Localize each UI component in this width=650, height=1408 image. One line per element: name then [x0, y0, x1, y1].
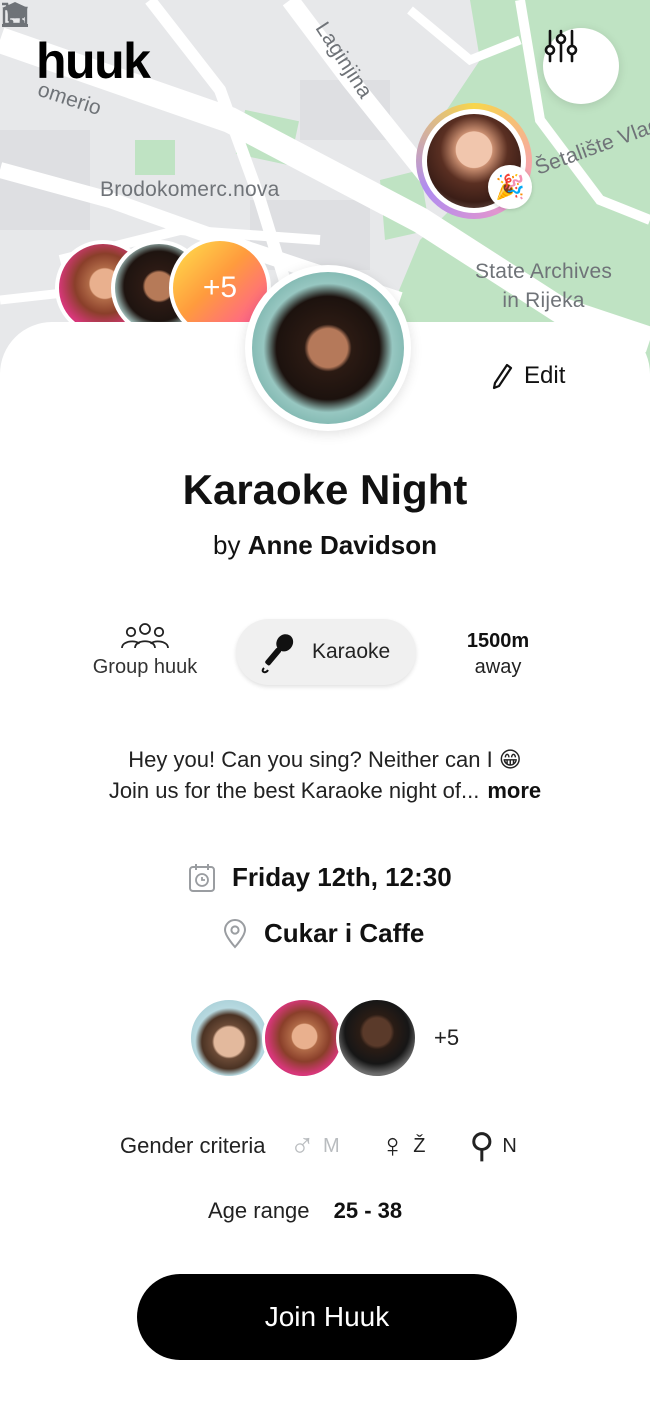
join-button[interactable]: Join Huuk [137, 1274, 517, 1360]
gender-criteria: Gender criteria ♂ M ♀ Ž ⚲ N [120, 1126, 517, 1166]
calendar-clock-icon [189, 863, 215, 892]
app-logo: huuk [36, 33, 151, 89]
attendee-avatar [336, 997, 418, 1079]
map-poi-label-shop: Brodokomerc.nova [100, 178, 280, 201]
event-location-row[interactable]: Cukar i Caffe [222, 918, 424, 949]
museum-icon [2, 2, 28, 27]
gender-code: M [323, 1134, 340, 1157]
gender-code: N [502, 1134, 517, 1157]
neutral-gender-icon: ⚲ [469, 1127, 495, 1165]
event-date: Friday 12th, 12:30 [232, 862, 452, 892]
group-icon [121, 623, 169, 649]
party-popper-icon: 🎉 [488, 165, 532, 209]
host-avatar[interactable] [245, 265, 411, 431]
gender-label: Gender criteria [120, 1133, 266, 1158]
archives-line: State Archives [475, 260, 613, 283]
microphone-icon [261, 634, 294, 674]
event-date-row: Friday 12th, 12:30 [188, 862, 452, 893]
attendees-more-count[interactable]: +5 [434, 1025, 459, 1051]
gender-option-male: ♂ M [290, 1127, 340, 1166]
archives-line: in Rijeka [502, 289, 585, 312]
gender-option-female: ♀ Ž [380, 1127, 426, 1166]
by-prefix: by [213, 530, 241, 560]
more-link[interactable]: more [487, 778, 541, 803]
event-type: Group huuk [92, 622, 198, 679]
edit-button[interactable]: Edit [492, 362, 565, 390]
age-label: Age range [208, 1198, 310, 1223]
female-icon: ♀ [379, 1126, 406, 1165]
filter-button[interactable] [543, 28, 619, 104]
map-poi-label-archives: State Archives in Rijeka [475, 257, 612, 315]
event-type-label: Group huuk [92, 656, 198, 678]
category-chip[interactable]: Karaoke [236, 619, 416, 685]
description-line: Join us for the best Karaoke night of... [108, 778, 480, 803]
host-name[interactable]: Anne Davidson [248, 530, 437, 560]
attendee-avatar [188, 997, 270, 1079]
age-range: Age range 25 - 38 [208, 1198, 402, 1224]
gender-option-neutral: ⚲ N [469, 1126, 516, 1166]
event-distance: 1500m away [448, 628, 548, 680]
male-icon: ♂ [289, 1126, 316, 1165]
location-pin-icon [223, 918, 247, 948]
filter-sliders-icon [544, 29, 578, 63]
event-host-line: by Anne Davidson [0, 530, 650, 561]
distance-suffix: away [474, 656, 522, 678]
pencil-icon [492, 363, 513, 390]
edit-label: Edit [524, 362, 566, 389]
description-line: Hey you! Can you sing? Neither can I 😁 [128, 747, 522, 772]
category-label: Karaoke [312, 640, 391, 663]
event-description: Hey you! Can you sing? Neither can I 😁 J… [0, 744, 650, 806]
event-place: Cukar i Caffe [264, 918, 425, 948]
event-title: Karaoke Night [182, 466, 468, 513]
host-photo [252, 272, 404, 424]
attendee-avatar [262, 997, 344, 1079]
age-value: 25 - 38 [333, 1198, 403, 1223]
gender-code: Ž [413, 1134, 426, 1157]
distance-value: 1500m [466, 630, 530, 652]
